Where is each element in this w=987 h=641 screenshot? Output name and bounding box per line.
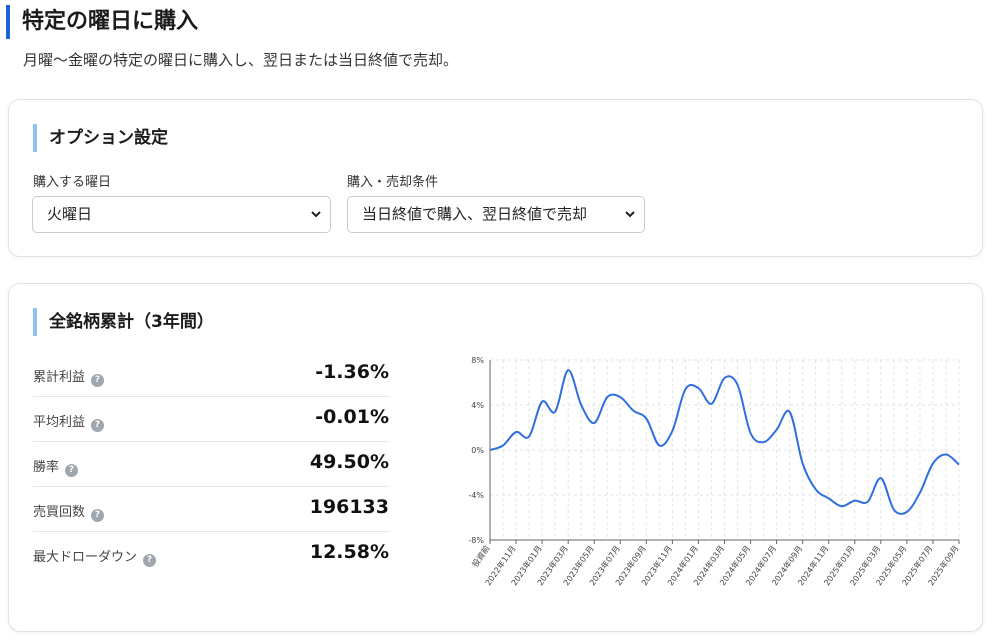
help-icon[interactable]: ? — [91, 419, 105, 432]
y-tick-label: 8% — [471, 356, 484, 365]
stat-value: 49.50% — [309, 451, 389, 473]
stat-row-trade-count: 売買回数? 196133 — [33, 487, 389, 532]
y-tick-label: 4% — [471, 401, 484, 410]
condition-label: 購入・売却条件 — [347, 175, 439, 190]
y-tick-label: -4% — [468, 491, 484, 500]
condition-select-value: 当日終値で購入、翌日終値で売却 — [362, 205, 588, 223]
condition-select[interactable]: 当日終値で購入、翌日終値で売却 — [347, 196, 645, 233]
weekday-select-value: 火曜日 — [47, 205, 93, 223]
stat-value: 196133 — [309, 496, 389, 518]
help-icon[interactable]: ? — [91, 374, 105, 387]
stat-label: 売買回数? — [33, 501, 105, 522]
chevron-down-icon — [624, 197, 636, 246]
stat-value: 12.58% — [309, 541, 389, 563]
weekday-label: 購入する曜日 — [33, 175, 112, 190]
page-title: 特定の曜日に購入 — [6, 5, 198, 39]
y-tick-label: -8% — [468, 536, 484, 545]
stat-label: 勝率? — [33, 456, 79, 477]
stat-row-cumulative-profit: 累計利益? -1.36% — [33, 352, 389, 397]
page-description: 月曜〜金曜の特定の曜日に購入し、翌日または当日終値で売却。 — [23, 51, 459, 69]
x-tick-label: 投資前 — [470, 543, 492, 568]
help-icon[interactable]: ? — [65, 464, 79, 477]
stat-value: -1.36% — [315, 361, 389, 383]
stat-label: 累計利益? — [33, 366, 105, 387]
stat-row-max-drawdown: 最大ドローダウン? 12.58% — [33, 532, 389, 577]
chevron-down-icon — [310, 197, 322, 246]
options-section-title: オプション設定 — [33, 124, 168, 152]
stat-label: 平均利益? — [33, 411, 105, 432]
help-icon[interactable]: ? — [143, 554, 157, 567]
stats-section-title: 全銘柄累計（3年間） — [33, 308, 214, 336]
stat-value: -0.01% — [315, 406, 389, 428]
options-card: オプション設定 購入する曜日 火曜日 購入・売却条件 当日終値で購入、翌日終値で… — [8, 99, 983, 257]
weekday-select[interactable]: 火曜日 — [32, 196, 331, 233]
stat-row-win-rate: 勝率? 49.50% — [33, 442, 389, 487]
y-tick-label: 0% — [471, 446, 484, 455]
cumulative-profit-chart: 8%4%0%-4%-8%投資前2022年11月2023年01月2023年03月2… — [468, 356, 960, 587]
help-icon[interactable]: ? — [91, 509, 105, 522]
stat-row-average-profit: 平均利益? -0.01% — [33, 397, 389, 442]
stats-card: 全銘柄累計（3年間） 累計利益? -1.36% 平均利益? -0.01% 勝率?… — [8, 283, 983, 632]
stat-label: 最大ドローダウン? — [33, 546, 157, 567]
